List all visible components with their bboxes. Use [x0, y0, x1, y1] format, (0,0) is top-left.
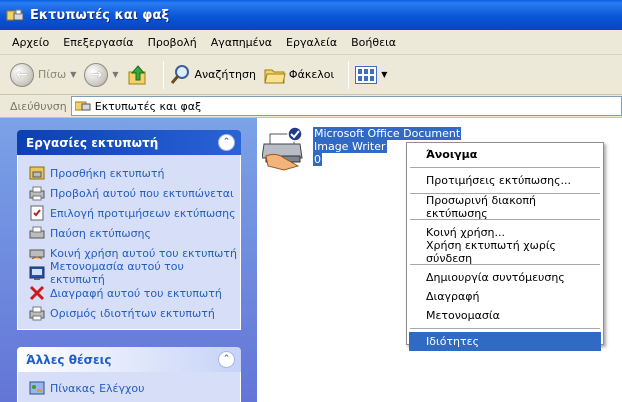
context-menu: Άνοιγμα Προτιμήσεις εκτύπωσης... Προσωρι… [406, 142, 604, 351]
forward-arrow-icon: → [84, 62, 109, 87]
task-delete-printer[interactable]: Διαγραφή αυτού του εκτυπωτή [29, 283, 240, 303]
preferences-icon [29, 205, 45, 221]
printer-tasks-list: Προσθήκη εκτυπωτή Προβολή αυτού που εκτυ… [17, 155, 241, 330]
other-places-panel: Άλλες θέσεις ⌃ Πίνακας Ελέγχου [17, 347, 241, 402]
folders-button[interactable]: Φάκελοι [264, 65, 334, 85]
address-label: Διεύθυνση [10, 99, 67, 113]
add-printer-icon [29, 165, 45, 181]
printer-tasks-panel: Εργασίες εκτυπωτή ⌃ Προσθήκη εκτυπωτή Πρ… [17, 130, 241, 330]
printer-name-line2: Image Writer [313, 140, 387, 153]
task-label: Προβολή αυτού που εκτυπώνεται [50, 186, 234, 200]
toolbar-separator [348, 60, 350, 89]
rename-icon [29, 265, 45, 281]
search-icon [170, 64, 192, 86]
task-label: Προσθήκη εκτυπωτή [50, 166, 165, 180]
toolbar-separator [162, 60, 164, 89]
printers-folder-icon [74, 99, 91, 113]
menu-print-preferences[interactable]: Προτιμήσεις εκτύπωσης... [409, 171, 601, 190]
search-label: Αναζήτηση [194, 68, 256, 81]
menu-view[interactable]: Προβολή [142, 36, 205, 49]
collapse-chevron-icon[interactable]: ⌃ [218, 134, 235, 151]
menu-properties[interactable]: Ιδιότητες [409, 332, 601, 351]
search-button[interactable]: Αναζήτηση [170, 64, 256, 86]
back-dropdown-icon[interactable]: ▼ [70, 70, 76, 79]
menu-use-offline[interactable]: Χρήση εκτυπωτή χωρίς σύνδεση [409, 239, 601, 265]
menu-separator [410, 167, 600, 168]
printer-tasks-header[interactable]: Εργασίες εκτυπωτή ⌃ [17, 130, 241, 155]
menu-favorites[interactable]: Αγαπημένα [205, 36, 280, 49]
task-printer-properties[interactable]: Ορισμός ιδιοτήτων εκτυπωτή [29, 303, 240, 323]
task-label: Μετονομασία αυτού του εκτυπωτή [50, 260, 184, 286]
views-button[interactable]: ▼ [355, 65, 387, 84]
address-value: Εκτυπωτές και φαξ [94, 99, 202, 113]
printer-icon[interactable] [261, 126, 308, 172]
menu-help[interactable]: Βοήθεια [345, 36, 404, 49]
toolbar: ← Πίσω ▼ → ▼ Αναζήτηση Φάκελοι ▼ [0, 55, 622, 95]
task-label: Κοινή χρήση αυτού του εκτυπωτή [50, 246, 237, 260]
printer-job-count: 0 [313, 153, 322, 166]
printers-folder-icon [6, 7, 24, 23]
menu-bar: Αρχείο Επεξεργασία Προβολή Αγαπημένα Εργ… [0, 30, 622, 55]
place-label: Πίνακας Ελέγχου [50, 381, 145, 395]
task-label: Επιλογή προτιμήσεων εκτύπωσης [50, 206, 236, 220]
menu-open[interactable]: Άνοιγμα [409, 145, 601, 164]
address-field[interactable]: Εκτυπωτές και φαξ [70, 96, 622, 116]
task-label: Διαγραφή αυτού του εκτυπωτή [50, 286, 222, 300]
menu-file[interactable]: Αρχείο [6, 36, 57, 49]
menu-separator [410, 328, 600, 329]
view-queue-icon [29, 185, 45, 201]
task-print-preferences[interactable]: Επιλογή προτιμήσεων εκτύπωσης [29, 203, 240, 223]
back-button[interactable]: ← Πίσω ▼ [10, 62, 76, 87]
task-view-queue[interactable]: Προβολή αυτού που εκτυπώνεται [29, 183, 240, 203]
folders-label: Φάκελοι [288, 68, 335, 81]
task-label: Ορισμός ιδιοτήτων εκτυπωτή [50, 306, 215, 320]
menu-create-shortcut[interactable]: Δημιουργία συντόμευσης [409, 268, 601, 287]
properties-icon [29, 305, 45, 321]
place-control-panel[interactable]: Πίνακας Ελέγχου [29, 378, 240, 398]
forward-dropdown-icon[interactable]: ▼ [112, 70, 118, 79]
pause-printer-icon [29, 225, 45, 241]
forward-button[interactable]: → ▼ [84, 62, 119, 87]
menu-edit[interactable]: Επεξεργασία [57, 36, 141, 49]
control-panel-icon [29, 380, 45, 396]
menu-tools[interactable]: Εργαλεία [280, 36, 345, 49]
task-add-printer[interactable]: Προσθήκη εκτυπωτή [29, 163, 240, 183]
printer-tasks-title: Εργασίες εκτυπωτή [26, 135, 159, 150]
views-icon [355, 65, 378, 84]
task-rename-printer[interactable]: Μετονομασία αυτού του εκτυπωτή [29, 260, 240, 286]
folder-up-icon [127, 64, 149, 86]
delete-icon [29, 285, 45, 301]
address-bar: Διεύθυνση Εκτυπωτές και φαξ [0, 95, 622, 118]
other-places-title: Άλλες θέσεις [26, 352, 112, 367]
task-label: Παύση εκτύπωσης [50, 226, 151, 240]
collapse-chevron-icon[interactable]: ⌃ [218, 351, 235, 368]
task-pause-printing[interactable]: Παύση εκτύπωσης [29, 223, 240, 243]
window-title: Εκτυπωτές και φαξ [30, 7, 170, 23]
printer-name-line1: Microsoft Office Document [313, 127, 462, 140]
folders-icon [264, 65, 286, 85]
menu-delete[interactable]: Διαγραφή [409, 287, 601, 306]
menu-pause-printing[interactable]: Προσωρινή διακοπή εκτύπωσης [409, 194, 601, 220]
task-pane: Εργασίες εκτυπωτή ⌃ Προσθήκη εκτυπωτή Πρ… [0, 118, 257, 402]
back-arrow-icon: ← [10, 62, 34, 87]
back-label: Πίσω [38, 68, 67, 81]
title-bar[interactable]: Εκτυπωτές και φαξ [0, 0, 622, 30]
share-printer-icon [29, 245, 45, 261]
menu-rename[interactable]: Μετονομασία [409, 306, 601, 325]
other-places-header[interactable]: Άλλες θέσεις ⌃ [17, 347, 241, 372]
other-places-list: Πίνακας Ελέγχου [17, 372, 241, 402]
up-button[interactable] [127, 64, 149, 86]
views-dropdown-icon[interactable]: ▼ [381, 70, 387, 79]
